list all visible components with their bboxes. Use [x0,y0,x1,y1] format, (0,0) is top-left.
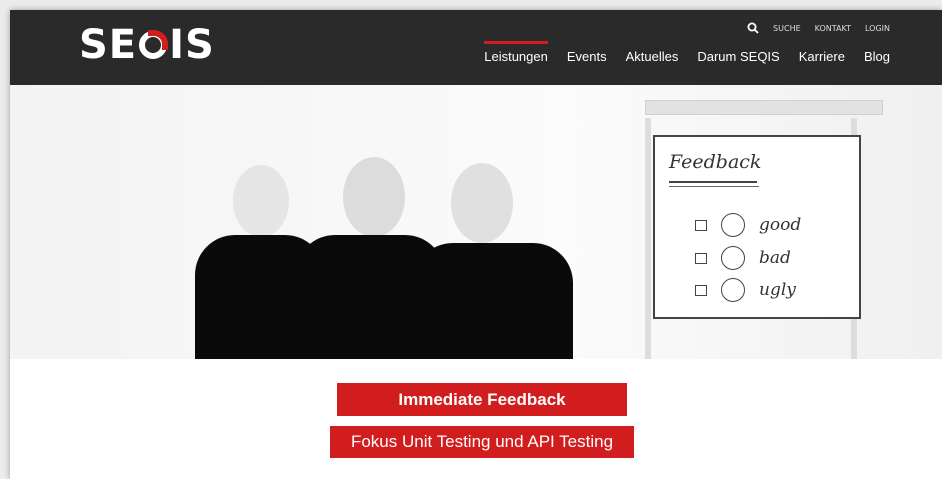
board-label-bad: bad [759,248,791,268]
site-header: SE IS SUCHE KONTAKT LOGIN Leistungen Eve… [10,10,942,85]
immediate-feedback-banner: Immediate Feedback [337,383,627,416]
flipchart-sheet: Feedback good bad ugly [653,135,861,319]
nav-item-leistungen[interactable]: Leistungen [484,41,548,64]
flipchart: Feedback good bad ugly [645,100,883,359]
board-label-good: good [759,215,802,235]
seqis-logo[interactable]: SE IS [79,22,215,68]
login-link[interactable]: LOGIN [865,24,890,33]
checkbox-icon [695,252,707,264]
smiley-sad-icon [721,246,745,270]
board-row-bad: bad [695,246,791,270]
person-head-middle [343,157,405,237]
main-nav: Leistungen Events Aktuelles Darum SEQIS … [484,41,890,64]
hero-image: Feedback good bad ugly [10,85,942,359]
checkbox-icon [695,219,707,231]
board-title: Feedback [669,151,762,173]
unit-api-testing-banner: Fokus Unit Testing und API Testing [330,426,634,458]
board-label-ugly: ugly [759,280,796,300]
search-icon[interactable] [747,22,759,34]
board-row-good: good [695,213,801,237]
hero-people-illustration [175,155,575,359]
nav-item-aktuelles[interactable]: Aktuelles [626,49,679,64]
flipchart-leg [645,118,651,359]
logo-q-icon [139,30,169,59]
nav-item-blog[interactable]: Blog [864,49,890,64]
search-link[interactable]: SUCHE [773,24,801,33]
nav-item-events[interactable]: Events [567,49,607,64]
contact-link[interactable]: KONTAKT [815,24,851,33]
page-frame: SE IS SUCHE KONTAKT LOGIN Leistungen Eve… [10,10,942,479]
smiley-dizzy-icon [721,278,745,302]
nav-item-darum-seqis[interactable]: Darum SEQIS [697,49,779,64]
person-head-left [233,165,289,237]
board-row-ugly: ugly [695,278,796,302]
board-underline [669,186,759,187]
person-head-right [451,163,513,243]
top-utility-nav: SUCHE KONTAKT LOGIN [747,22,890,34]
flipchart-rail [645,100,883,115]
nav-item-karriere[interactable]: Karriere [799,49,845,64]
person-shirt-right [413,243,573,359]
logo-text-left: SE [79,22,138,68]
board-underline [669,181,757,183]
checkbox-icon [695,284,707,296]
smiley-happy-icon [721,213,745,237]
logo-text-right: IS [169,22,215,68]
